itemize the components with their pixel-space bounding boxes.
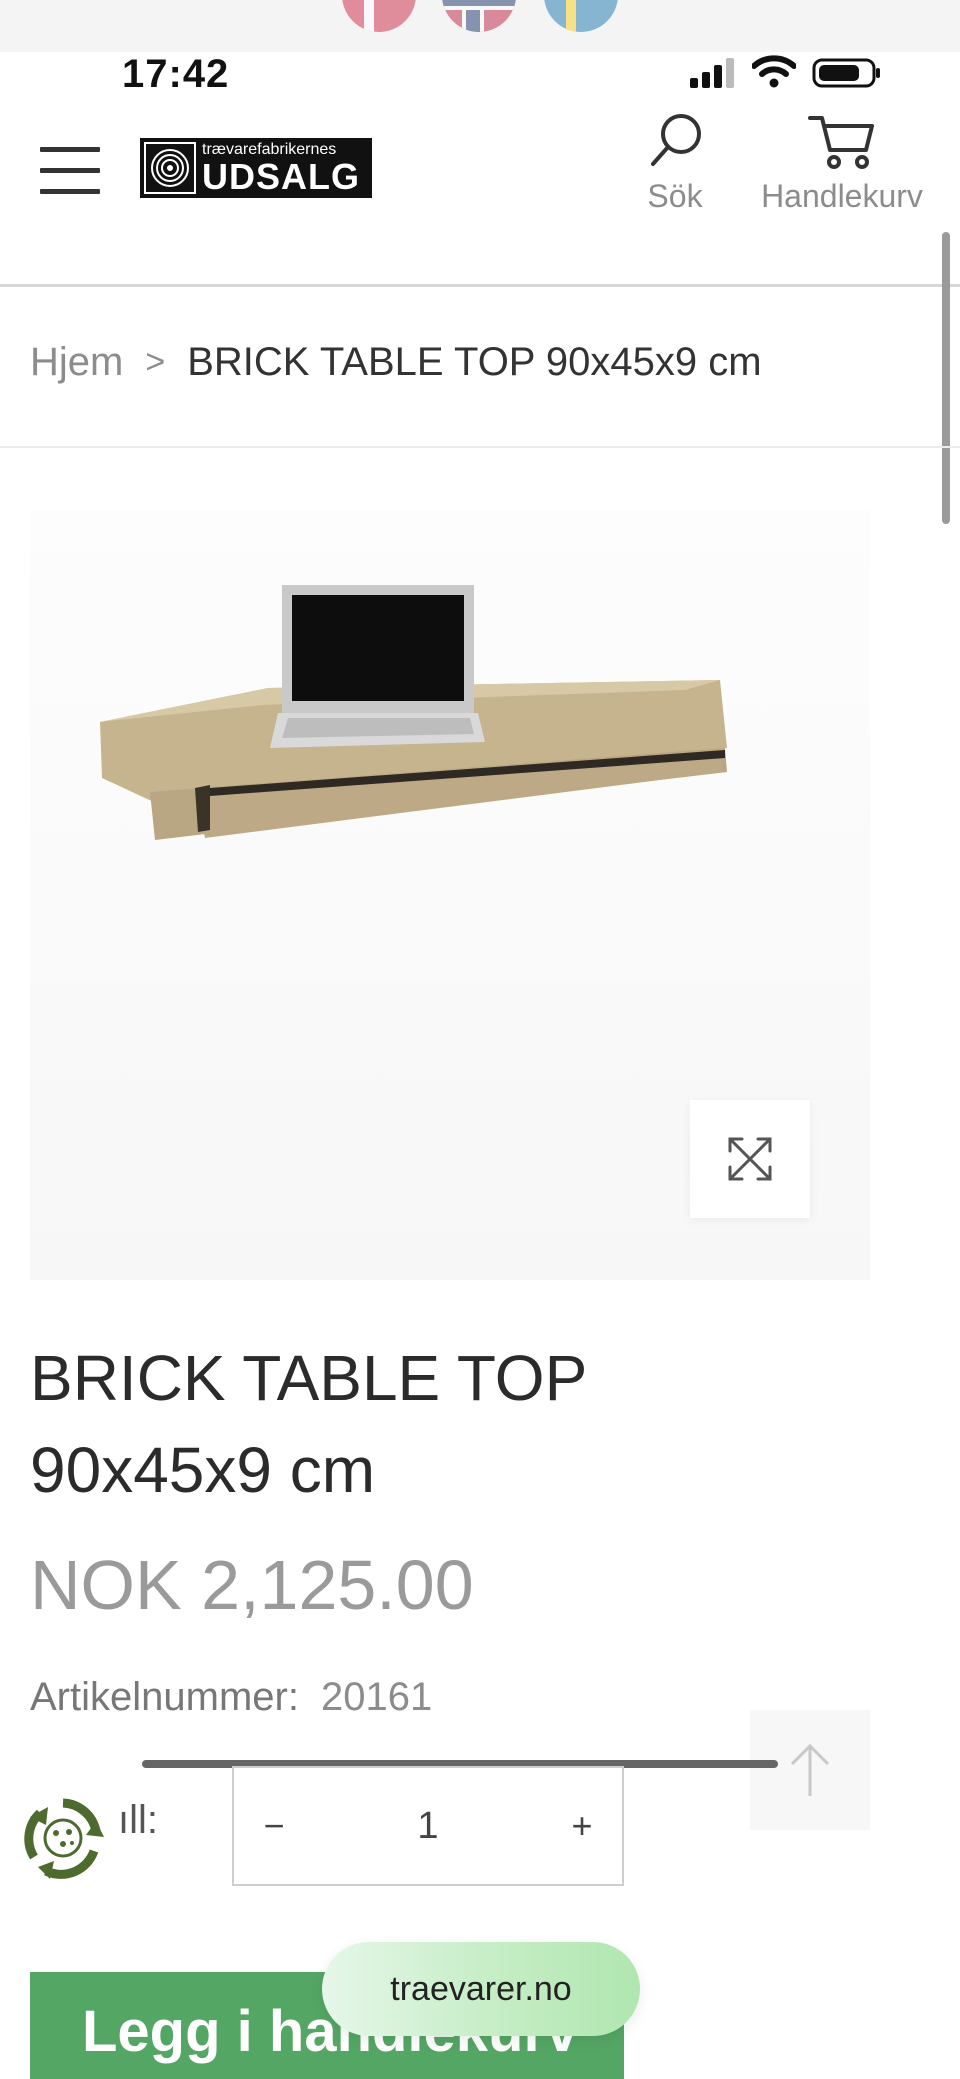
cart-label: Handlekurv	[761, 178, 923, 214]
expand-image-button[interactable]	[690, 1100, 810, 1218]
product-title: BRICK TABLE TOP 90x45x9 cm	[30, 1342, 587, 1506]
search-button[interactable]: Sök	[640, 110, 710, 215]
site-logo[interactable]: trævarefabrikernes UDSALG	[140, 138, 372, 198]
breadcrumb-home-link[interactable]: Hjem	[30, 340, 123, 385]
language-flags	[0, 0, 960, 52]
divider	[0, 446, 960, 448]
cellular-signal-icon	[690, 58, 734, 88]
article-value: 20161	[320, 1675, 433, 1719]
arrow-up-icon	[790, 1743, 830, 1796]
cart-icon	[808, 116, 874, 169]
recycle-icon	[24, 1798, 104, 1879]
search-icon	[651, 114, 701, 166]
site-address-pill[interactable]: traevarer.no	[322, 1942, 640, 2036]
quantity-input[interactable]: 1	[314, 1805, 542, 1848]
battery-icon	[812, 58, 880, 88]
status-bar: 17:42	[0, 52, 960, 96]
status-time: 17:42	[122, 52, 230, 96]
danish-flag-icon[interactable]	[342, 0, 416, 32]
cart-button[interactable]: Handlekurv	[742, 110, 942, 215]
wifi-icon	[752, 55, 796, 88]
article-number: Artikelnummer: 20161	[30, 1675, 432, 1720]
product-price: NOK 2,125.00	[30, 1546, 474, 1624]
recycle-badge[interactable]	[20, 1795, 106, 1881]
page-scrollbar[interactable]	[942, 232, 950, 524]
site-header: trævarefabrikernes UDSALG Sök Handlekurv	[0, 92, 960, 287]
back-to-top-button[interactable]	[750, 1710, 870, 1830]
expand-icon	[728, 1137, 772, 1181]
norwegian-flag-icon[interactable]	[442, 0, 516, 32]
logo-wood-rings-icon	[144, 142, 196, 194]
breadcrumb-current: BRICK TABLE TOP 90x45x9 cm	[187, 340, 762, 384]
swedish-flag-icon[interactable]	[544, 0, 618, 32]
logo-title: UDSALG	[202, 155, 360, 197]
article-label: Artikelnummer:	[30, 1675, 299, 1719]
breadcrumb-separator: >	[145, 343, 166, 381]
quantity-decrease-button[interactable]: −	[234, 1768, 314, 1884]
quantity-label: ıll:	[118, 1798, 158, 1842]
breadcrumb: Hjem > BRICK TABLE TOP 90x45x9 cm	[30, 340, 762, 385]
quantity-increase-button[interactable]: +	[542, 1768, 622, 1884]
menu-icon[interactable]	[40, 147, 100, 197]
search-label: Sök	[647, 178, 703, 214]
quantity-stepper: − 1 +	[232, 1766, 624, 1886]
